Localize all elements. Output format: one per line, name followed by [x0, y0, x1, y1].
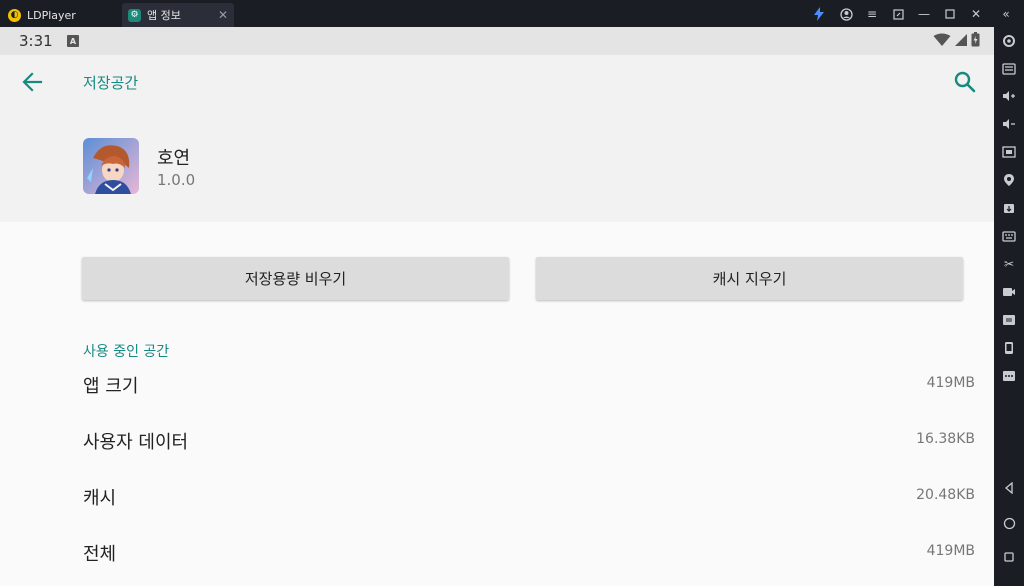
tab-app-info-label: 앱 정보 — [147, 9, 181, 22]
maximize-icon[interactable] — [941, 5, 959, 23]
keyboard-mapping-icon[interactable] — [999, 59, 1019, 79]
wifi-icon — [933, 33, 951, 46]
list-item-total: 전체 419MB — [0, 532, 994, 572]
row-value: 16.38KB — [916, 431, 975, 447]
minimize-icon[interactable]: — — [915, 5, 933, 23]
row-label: 앱 크기 — [83, 376, 139, 397]
title-bar: ◐ LDPlayer ⚙ 앱 정보 ✕ ≡ — ✕ « — [0, 0, 1024, 27]
android-home-icon[interactable] — [999, 513, 1019, 533]
tab-app-info[interactable]: ⚙ 앱 정보 ✕ — [122, 3, 234, 27]
battery-icon — [971, 32, 980, 47]
account-icon[interactable] — [837, 5, 855, 23]
row-value: 419MB — [926, 543, 975, 559]
row-label: 사용자 데이터 — [83, 432, 189, 453]
phone-icon[interactable] — [999, 338, 1019, 358]
android-screen: 3:31 A 저장공간 호연 1.0.0 저장용량 비우기 캐시 지우기 사용 … — [0, 27, 994, 586]
settings-gear-icon: ⚙ — [128, 8, 141, 22]
row-label: 캐시 — [83, 488, 117, 509]
settings-icon[interactable] — [999, 31, 1019, 51]
emulator-toolbar: ✂ — [994, 27, 1024, 586]
keyboard-icon[interactable] — [999, 226, 1019, 246]
android-back-icon[interactable] — [999, 478, 1019, 498]
folder-icon[interactable] — [999, 310, 1019, 330]
status-icons — [933, 32, 980, 47]
record-icon[interactable] — [999, 282, 1019, 302]
list-item-cache: 캐시 20.48KB — [0, 476, 994, 516]
signal-icon — [955, 33, 967, 46]
location-icon[interactable] — [999, 170, 1019, 190]
lightning-icon[interactable] — [810, 5, 828, 23]
volume-up-icon[interactable] — [999, 86, 1019, 106]
install-apk-icon[interactable] — [999, 198, 1019, 218]
row-value: 20.48KB — [916, 487, 975, 503]
volume-down-icon[interactable] — [999, 114, 1019, 134]
menu-icon[interactable]: ≡ — [863, 5, 881, 23]
app-header: 호연 1.0.0 — [0, 109, 994, 222]
search-icon[interactable] — [952, 69, 978, 95]
back-arrow-icon[interactable] — [20, 69, 46, 95]
row-value: 419MB — [926, 375, 975, 391]
list-item-user-data: 사용자 데이터 16.38KB — [0, 420, 994, 460]
row-label: 전체 — [83, 544, 117, 565]
scissors-icon[interactable]: ✂ — [999, 254, 1019, 274]
ldplayer-logo-icon: ◐ — [8, 8, 21, 22]
clear-cache-button[interactable]: 캐시 지우기 — [536, 257, 963, 300]
section-header-space-used: 사용 중인 공간 — [83, 344, 170, 360]
clear-storage-button[interactable]: 저장용량 비우기 — [82, 257, 509, 300]
tab-ldplayer-label: LDPlayer — [27, 8, 76, 22]
tab-close-icon[interactable]: ✕ — [218, 8, 228, 22]
emulator-window: ◐ LDPlayer ⚙ 앱 정보 ✕ ≡ — ✕ « ✂ 3:31 A 저장공… — [0, 0, 1024, 586]
android-recents-icon[interactable] — [999, 547, 1019, 567]
more-icon[interactable] — [999, 366, 1019, 386]
list-item-app-size: 앱 크기 419MB — [0, 364, 994, 404]
tab-ldplayer[interactable]: ◐ LDPlayer — [8, 3, 118, 27]
screenshot-icon[interactable] — [999, 142, 1019, 162]
collapse-icon[interactable]: « — [997, 5, 1015, 23]
app-version: 1.0.0 — [157, 171, 196, 189]
notification-a-icon: A — [67, 35, 79, 47]
status-bar: 3:31 A — [0, 27, 994, 55]
app-name: 호연 — [157, 148, 191, 169]
close-icon[interactable]: ✕ — [967, 5, 985, 23]
status-clock: 3:31 — [19, 32, 53, 50]
app-icon — [83, 138, 139, 194]
page-title: 저장공간 — [83, 74, 139, 92]
restore-icon[interactable] — [889, 5, 907, 23]
app-bar: 저장공간 — [0, 55, 994, 109]
